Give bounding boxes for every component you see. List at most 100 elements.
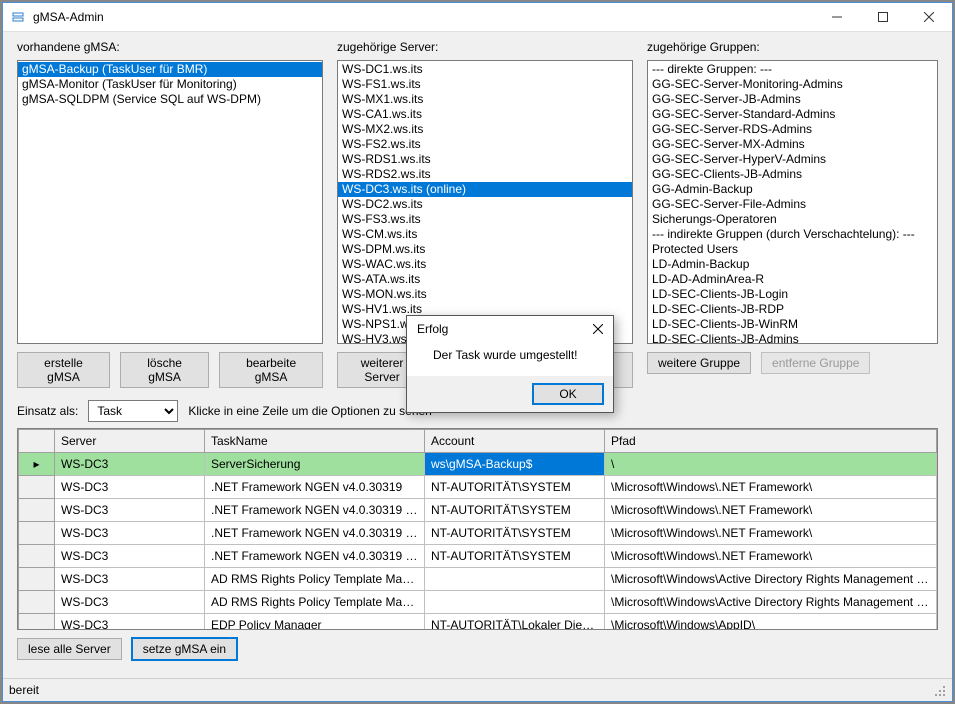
table-row[interactable]: WS-DC3.NET Framework NGEN v4.0.30319 64N… xyxy=(19,499,937,522)
list-item[interactable]: WS-FS2.ws.its xyxy=(338,137,632,152)
list-item[interactable]: WS-ATA.ws.its xyxy=(338,272,632,287)
remove-group-button[interactable]: entferne Gruppe xyxy=(761,352,870,374)
einsatz-combo[interactable]: Task xyxy=(88,400,178,422)
list-item[interactable]: GG-SEC-Server-File-Admins xyxy=(648,197,937,212)
server-listbox[interactable]: WS-DC1.ws.itsWS-FS1.ws.itsWS-MX1.ws.itsW… xyxy=(337,60,633,344)
cell-path[interactable]: \Microsoft\Windows\.NET Framework\ xyxy=(605,545,937,568)
list-item[interactable]: gMSA-Backup (TaskUser für BMR) xyxy=(18,62,322,77)
cell-path[interactable]: \Microsoft\Windows\Active Directory Righ… xyxy=(605,591,937,614)
list-item[interactable]: Protected Users xyxy=(648,242,937,257)
cell-path[interactable]: \Microsoft\Windows\AppID\ xyxy=(605,614,937,631)
cell-server[interactable]: WS-DC3 xyxy=(55,591,205,614)
list-item[interactable]: GG-Admin-Backup xyxy=(648,182,937,197)
list-item[interactable]: WS-FS3.ws.its xyxy=(338,212,632,227)
cell-account[interactable]: NT-AUTORITÄT\Lokaler Dienst xyxy=(425,614,605,631)
set-gmsa-button[interactable]: setze gMSA ein xyxy=(132,638,237,660)
cell-server[interactable]: WS-DC3 xyxy=(55,614,205,631)
cell-account[interactable] xyxy=(425,568,605,591)
cell-server[interactable]: WS-DC3 xyxy=(55,453,205,476)
list-item[interactable]: WS-CA1.ws.its xyxy=(338,107,632,122)
list-item[interactable]: LD-SEC-Clients-JB-Admins xyxy=(648,332,937,344)
cell-server[interactable]: WS-DC3 xyxy=(55,476,205,499)
list-item[interactable]: LD-SEC-Clients-JB-WinRM xyxy=(648,317,937,332)
list-item[interactable]: LD-Admin-Backup xyxy=(648,257,937,272)
list-item[interactable]: LD-AD-AdminArea-R xyxy=(648,272,937,287)
resize-grip-icon[interactable] xyxy=(932,683,946,697)
cell-path[interactable]: \ xyxy=(605,453,937,476)
add-group-button[interactable]: weitere Gruppe xyxy=(647,352,751,374)
table-row[interactable]: WS-DC3.NET Framework NGEN v4.0.30319 Cri… xyxy=(19,545,937,568)
group-listbox[interactable]: --- direkte Gruppen: --- GG-SEC-Server-M… xyxy=(647,60,938,344)
cell-task[interactable]: .NET Framework NGEN v4.0.30319 64 Critic… xyxy=(205,522,425,545)
list-item[interactable]: WS-WAC.ws.its xyxy=(338,257,632,272)
list-item[interactable]: WS-DC1.ws.its xyxy=(338,62,632,77)
cell-account[interactable]: ws\gMSA-Backup$ xyxy=(425,453,605,476)
table-row[interactable]: WS-DC3EDP Policy ManagerNT-AUTORITÄT\Lok… xyxy=(19,614,937,631)
list-item[interactable]: GG-SEC-Server-Standard-Admins xyxy=(648,107,937,122)
edit-gmsa-button[interactable]: bearbeite gMSA xyxy=(219,352,323,388)
cell-account[interactable]: NT-AUTORITÄT\SYSTEM xyxy=(425,545,605,568)
list-item[interactable]: LD-SEC-Clients-JB-RDP xyxy=(648,302,937,317)
list-item[interactable]: WS-DPM.ws.its xyxy=(338,242,632,257)
cell-account[interactable]: NT-AUTORITÄT\SYSTEM xyxy=(425,522,605,545)
cell-server[interactable]: WS-DC3 xyxy=(55,568,205,591)
list-item[interactable]: gMSA-SQLDPM (Service SQL auf WS-DPM) xyxy=(18,92,322,107)
cell-account[interactable]: NT-AUTORITÄT\SYSTEM xyxy=(425,476,605,499)
table-row[interactable]: WS-DC3AD RMS Rights Policy Template Mana… xyxy=(19,568,937,591)
cell-task[interactable]: AD RMS Rights Policy Template Management… xyxy=(205,591,425,614)
cell-server[interactable]: WS-DC3 xyxy=(55,545,205,568)
cell-task[interactable]: .NET Framework NGEN v4.0.30319 64 xyxy=(205,499,425,522)
list-item[interactable]: --- direkte Gruppen: --- xyxy=(648,62,937,77)
list-item[interactable]: GG-SEC-Server-MX-Admins xyxy=(648,137,937,152)
col-taskname[interactable]: TaskName xyxy=(205,430,425,453)
list-item[interactable]: --- indirekte Gruppen (durch Verschachte… xyxy=(648,227,937,242)
create-gmsa-button[interactable]: erstelle gMSA xyxy=(17,352,110,388)
cell-path[interactable]: \Microsoft\Windows\.NET Framework\ xyxy=(605,476,937,499)
minimize-button[interactable] xyxy=(814,3,860,31)
list-item[interactable]: Sicherungs-Operatoren xyxy=(648,212,937,227)
list-item[interactable]: WS-CM.ws.its xyxy=(338,227,632,242)
delete-gmsa-button[interactable]: lösche gMSA xyxy=(120,352,209,388)
list-item[interactable]: GG-SEC-Server-RDS-Admins xyxy=(648,122,937,137)
cell-path[interactable]: \Microsoft\Windows\Active Directory Righ… xyxy=(605,568,937,591)
list-item[interactable]: WS-RDS2.ws.its xyxy=(338,167,632,182)
list-item[interactable]: GG-SEC-Server-HyperV-Admins xyxy=(648,152,937,167)
dialog-ok-button[interactable]: OK xyxy=(533,384,603,404)
col-server[interactable]: Server xyxy=(55,430,205,453)
table-row[interactable]: WS-DC3.NET Framework NGEN v4.0.30319NT-A… xyxy=(19,476,937,499)
cell-path[interactable]: \Microsoft\Windows\.NET Framework\ xyxy=(605,499,937,522)
cell-task[interactable]: AD RMS Rights Policy Template Management… xyxy=(205,568,425,591)
list-item[interactable]: WS-MON.ws.its xyxy=(338,287,632,302)
cell-path[interactable]: \Microsoft\Windows\.NET Framework\ xyxy=(605,522,937,545)
maximize-button[interactable] xyxy=(860,3,906,31)
cell-task[interactable]: .NET Framework NGEN v4.0.30319 xyxy=(205,476,425,499)
list-item[interactable]: WS-MX2.ws.its xyxy=(338,122,632,137)
col-account[interactable]: Account xyxy=(425,430,605,453)
list-item[interactable]: WS-DC3.ws.its (online) xyxy=(338,182,632,197)
cell-task[interactable]: .NET Framework NGEN v4.0.30319 Critical xyxy=(205,545,425,568)
read-all-servers-button[interactable]: lese alle Server xyxy=(17,638,122,660)
cell-account[interactable] xyxy=(425,591,605,614)
gmsa-listbox[interactable]: gMSA-Backup (TaskUser für BMR)gMSA-Monit… xyxy=(17,60,323,344)
list-item[interactable]: GG-SEC-Clients-JB-Admins xyxy=(648,167,937,182)
col-path[interactable]: Pfad xyxy=(605,430,937,453)
cell-task[interactable]: ServerSicherung xyxy=(205,453,425,476)
list-item[interactable]: LD-SEC-Clients-JB-Login xyxy=(648,287,937,302)
list-item[interactable]: WS-FS1.ws.its xyxy=(338,77,632,92)
task-grid[interactable]: Server TaskName Account Pfad ▸WS-DC3Serv… xyxy=(17,428,938,630)
list-item[interactable]: WS-DC2.ws.its xyxy=(338,197,632,212)
table-row[interactable]: WS-DC3.NET Framework NGEN v4.0.30319 64 … xyxy=(19,522,937,545)
close-button[interactable] xyxy=(906,3,952,31)
list-item[interactable]: WS-MX1.ws.its xyxy=(338,92,632,107)
cell-server[interactable]: WS-DC3 xyxy=(55,522,205,545)
list-item[interactable]: GG-SEC-Server-JB-Admins xyxy=(648,92,937,107)
cell-server[interactable]: WS-DC3 xyxy=(55,499,205,522)
cell-account[interactable]: NT-AUTORITÄT\SYSTEM xyxy=(425,499,605,522)
table-row[interactable]: WS-DC3AD RMS Rights Policy Template Mana… xyxy=(19,591,937,614)
list-item[interactable]: WS-RDS1.ws.its xyxy=(338,152,632,167)
dialog-close-icon[interactable] xyxy=(591,322,605,336)
list-item[interactable]: gMSA-Monitor (TaskUser für Monitoring) xyxy=(18,77,322,92)
list-item[interactable]: GG-SEC-Server-Monitoring-Admins xyxy=(648,77,937,92)
table-row[interactable]: ▸WS-DC3ServerSicherungws\gMSA-Backup$\ xyxy=(19,453,937,476)
cell-task[interactable]: EDP Policy Manager xyxy=(205,614,425,631)
